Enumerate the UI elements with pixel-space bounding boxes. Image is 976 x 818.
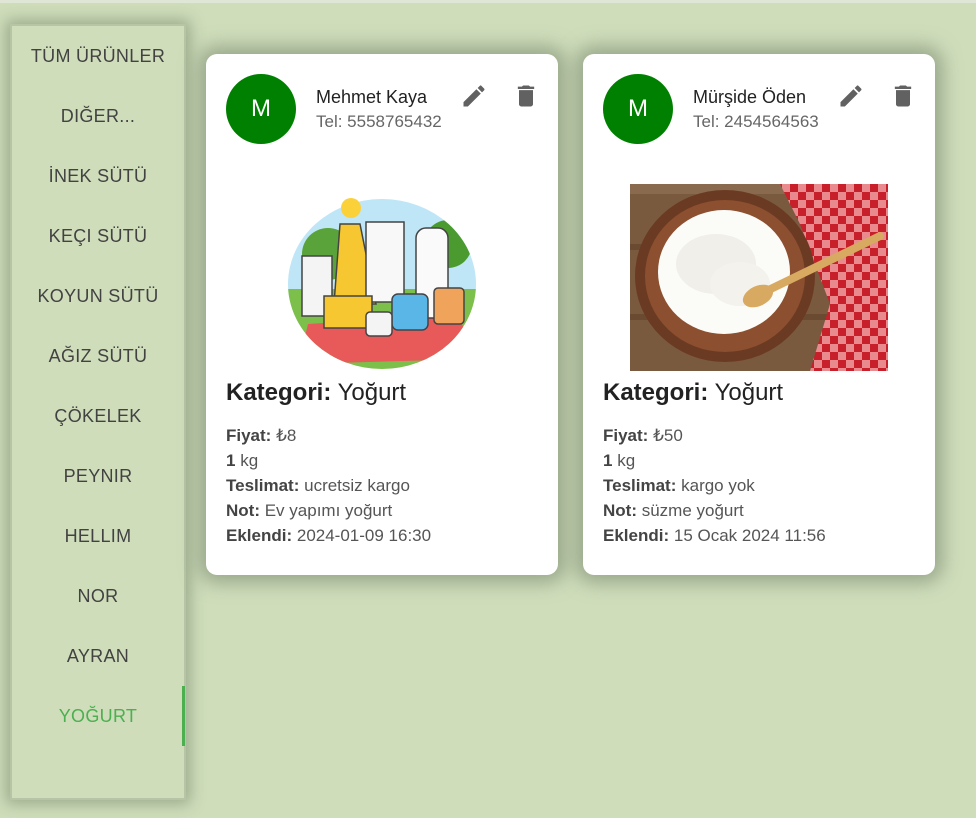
product-details: Fiyat: ₺50 1 kg Teslimat: kargo yok Not:…: [603, 423, 826, 548]
seller-phone: Tel: 2454564563: [693, 112, 819, 131]
edit-button[interactable]: [460, 82, 488, 110]
sidebar-item-sheep-milk[interactable]: KOYUN SÜTÜ: [12, 266, 184, 326]
quantity-row: 1 kg: [226, 451, 259, 470]
category: Kategori: Yoğurt: [226, 379, 407, 406]
added-row: Eklendi: 2024-01-09 16:30: [226, 526, 432, 545]
seller-name: Mürşide Öden: [693, 87, 807, 107]
delete-button[interactable]: [512, 82, 540, 110]
trash-icon: [894, 85, 912, 107]
avatar: M: [603, 74, 673, 144]
delete-button[interactable]: [889, 82, 917, 110]
seller-name: Mehmet Kaya: [316, 87, 428, 107]
delivery-row: Teslimat: ucretsiz kargo: [226, 476, 410, 495]
quantity-row: 1 kg: [603, 451, 636, 470]
sidebar-item-ayran[interactable]: AYRAN: [12, 626, 184, 686]
sidebar-item-cokelek[interactable]: ÇÖKELEK: [12, 386, 184, 446]
product-image: [288, 184, 476, 369]
pencil-icon: [840, 85, 862, 107]
sidebar-item-goat-milk[interactable]: KEÇI SÜTÜ: [12, 206, 184, 266]
added-row: Eklendi: 15 Ocak 2024 11:56: [603, 526, 826, 545]
sidebar-item-colostrum[interactable]: AĞIZ SÜTÜ: [12, 326, 184, 386]
product-details: Fiyat: ₺8 1 kg Teslimat: ucretsiz kargo …: [226, 423, 431, 548]
sidebar-item-all-products[interactable]: TÜM ÜRÜNLER: [12, 26, 184, 86]
sidebar-item-yogurt[interactable]: YOĞURT: [12, 686, 185, 746]
product-card: M Mürşide Öden Tel: 2454564563 Kategori:…: [583, 54, 935, 575]
pencil-icon: [463, 85, 485, 107]
avatar: M: [226, 74, 296, 144]
note-row: Not: Ev yapımı yoğurt: [226, 501, 393, 520]
edit-button[interactable]: [837, 82, 865, 110]
sidebar-item-cheese[interactable]: PEYNIR: [12, 446, 184, 506]
trash-icon: [517, 85, 535, 107]
product-card: M Mehmet Kaya Tel: 5558765432 Kategori: …: [206, 54, 558, 575]
sidebar-item-nor[interactable]: NOR: [12, 566, 184, 626]
category: Kategori: Yoğurt: [603, 379, 784, 406]
sidebar-item-hellim[interactable]: HELLIM: [12, 506, 184, 566]
sidebar-item-cow-milk[interactable]: İNEK SÜTÜ: [12, 146, 184, 206]
sidebar-item-other[interactable]: DIĞER...: [12, 86, 184, 146]
note-row: Not: süzme yoğurt: [603, 501, 744, 520]
seller-phone: Tel: 5558765432: [316, 112, 442, 131]
category-sidebar: TÜM ÜRÜNLER DIĞER... İNEK SÜTÜ KEÇI SÜTÜ…: [10, 24, 186, 800]
price-row: Fiyat: ₺8: [226, 426, 297, 445]
product-image: [630, 184, 888, 371]
price-row: Fiyat: ₺50: [603, 426, 683, 445]
delivery-row: Teslimat: kargo yok: [603, 476, 755, 495]
